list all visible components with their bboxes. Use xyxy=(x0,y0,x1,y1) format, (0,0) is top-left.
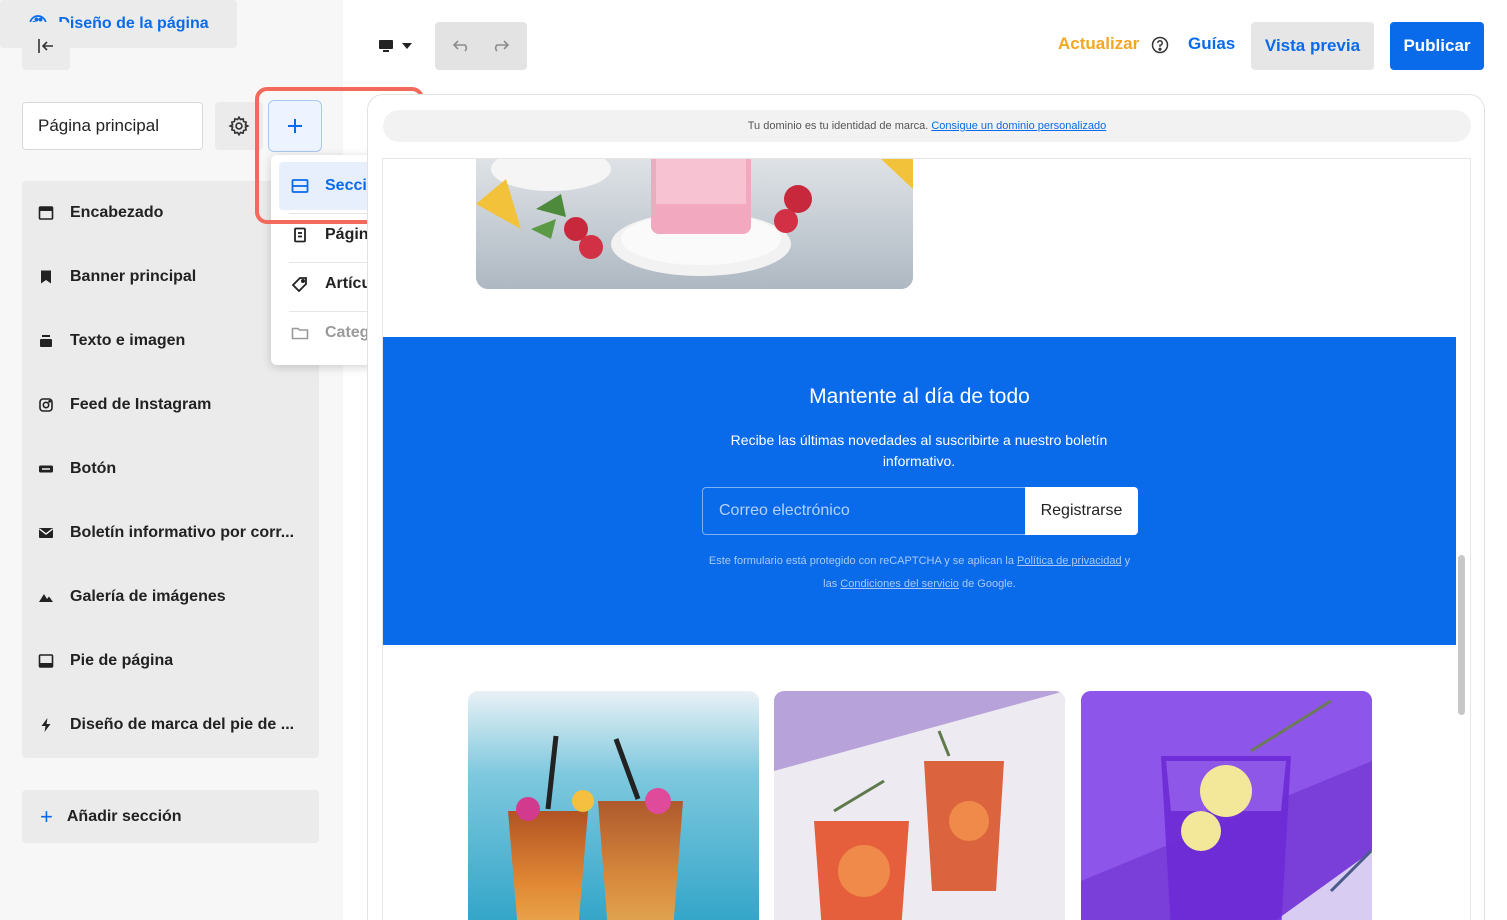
newsletter-title: Mantente al día de todo xyxy=(809,385,1030,408)
domain-banner: Tu dominio es tu identidad de marca. Con… xyxy=(383,110,1471,142)
device-selector[interactable] xyxy=(367,22,423,70)
section-item-newsletter[interactable]: Boletín informativo por corr... xyxy=(22,501,319,565)
drink-image[interactable] xyxy=(476,159,913,289)
recaptcha-notice: Este formulario está protegido con reCAP… xyxy=(703,550,1136,596)
help-icon[interactable] xyxy=(1151,36,1169,54)
newsletter-form: Correo electrónico Registrarse xyxy=(702,487,1138,535)
drink-image-graphic xyxy=(476,159,913,289)
legal-text: de Google. xyxy=(961,578,1016,590)
redo-icon[interactable] xyxy=(491,40,509,52)
legal-text: Este formulario está protegido con reCAP… xyxy=(708,555,1014,567)
section-item-button[interactable]: Botón xyxy=(22,437,319,501)
bolt-icon xyxy=(38,717,54,733)
page-frame: Mantente al día de todo Recibe las últim… xyxy=(382,158,1471,920)
exit-icon xyxy=(38,39,53,53)
header-icon xyxy=(38,205,54,221)
section-label: Encabezado xyxy=(70,204,164,221)
guides-link[interactable]: Guías xyxy=(1188,34,1235,54)
exit-editor-button[interactable] xyxy=(22,22,70,70)
footer-icon xyxy=(38,653,54,669)
section-label: Diseño de marca del pie de ... xyxy=(70,716,295,733)
undo-icon[interactable] xyxy=(453,40,471,52)
page-icon xyxy=(291,227,309,243)
gallery-icon xyxy=(38,589,54,605)
custom-domain-link[interactable]: Consigue un dominio personalizado xyxy=(931,120,1106,132)
section-item-footer-branding[interactable]: Diseño de marca del pie de ... xyxy=(22,693,319,757)
section-item-instagram[interactable]: Feed de Instagram xyxy=(22,373,319,437)
add-section-label: Añadir sección xyxy=(66,807,182,825)
canvas-scrollbar[interactable] xyxy=(1458,555,1465,715)
section-label: Galería de imágenes xyxy=(70,588,226,605)
page-design-label: Diseño de la página xyxy=(58,15,209,32)
gear-icon xyxy=(228,115,250,137)
update-link[interactable]: Actualizar xyxy=(1058,34,1139,54)
undo-redo-group xyxy=(435,22,527,70)
terms-link[interactable]: Condiciones del servicio xyxy=(840,578,959,590)
cocktail-photo-1 xyxy=(468,691,759,920)
plus-icon: + xyxy=(40,803,53,829)
domain-text: Tu dominio es tu identidad de marca. xyxy=(747,120,929,132)
instagram-icon xyxy=(38,397,54,413)
email-field[interactable]: Correo electrónico xyxy=(702,487,1025,535)
section-label: Banner principal xyxy=(70,268,197,285)
register-button[interactable]: Registrarse xyxy=(1025,487,1138,535)
gallery-image[interactable] xyxy=(1081,691,1372,920)
section-label: Feed de Instagram xyxy=(70,396,212,413)
cocktail-photo-2 xyxy=(774,691,1065,920)
cocktail-photo-3 xyxy=(1081,691,1372,920)
section-label: Texto e imagen xyxy=(70,332,186,349)
section-label: Botón xyxy=(70,460,117,477)
desktop-icon xyxy=(379,40,393,52)
newsletter-section: Mantente al día de todo Recibe las últim… xyxy=(383,337,1456,645)
preview-canvas: Tu dominio es tu identidad de marca. Con… xyxy=(367,94,1485,920)
bookmark-icon xyxy=(38,269,54,285)
text-image-icon xyxy=(38,333,54,349)
button-icon xyxy=(38,461,54,477)
publish-button[interactable]: Publicar xyxy=(1390,22,1484,70)
tag-icon xyxy=(291,276,309,292)
folder-icon xyxy=(291,325,309,341)
envelope-icon xyxy=(38,525,54,541)
gallery-image[interactable] xyxy=(774,691,1065,920)
add-section-button[interactable]: + Añadir sección xyxy=(22,790,319,843)
section-label: Pie de página xyxy=(70,652,174,669)
section-item-gallery[interactable]: Galería de imágenes xyxy=(22,565,319,629)
gallery-image[interactable] xyxy=(468,691,759,920)
chevron-down-icon xyxy=(402,43,412,49)
section-item-footer[interactable]: Pie de página xyxy=(22,629,319,693)
privacy-policy-link[interactable]: Política de privacidad xyxy=(1017,555,1122,567)
page-selector[interactable]: Página principal xyxy=(22,102,203,150)
newsletter-subtitle: Recibe las últimas novedades al suscribi… xyxy=(730,432,1108,469)
section-label: Boletín informativo por corr... xyxy=(70,524,295,541)
preview-button[interactable]: Vista previa xyxy=(1251,22,1374,70)
